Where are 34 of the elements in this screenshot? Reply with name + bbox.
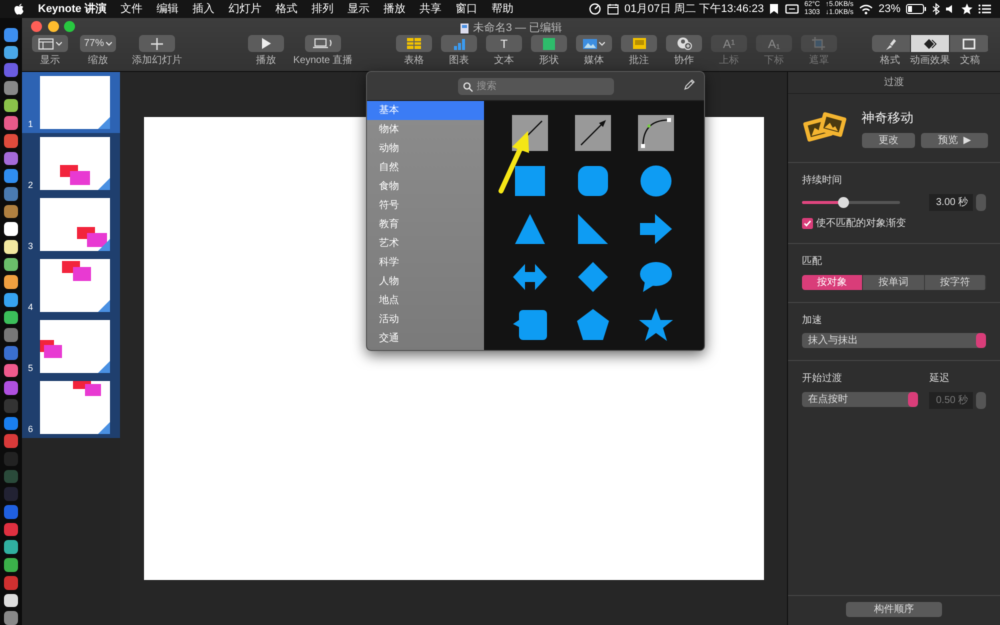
- panel-title: 过渡: [884, 76, 904, 90]
- transition-name: 神奇移动: [862, 109, 914, 127]
- slide-number: 2: [28, 181, 34, 190]
- section-label: 加速: [802, 314, 823, 328]
- toolbar-label: Keynote 直播: [293, 55, 353, 66]
- section-label: 持续时间: [802, 174, 843, 188]
- toolbar-label: 播放: [256, 55, 276, 66]
- slide-number: 6: [28, 425, 34, 434]
- toolbar-label: 缩放: [88, 55, 108, 66]
- battery-percent: 23%: [878, 2, 900, 17]
- section-label: 开始过渡: [802, 372, 843, 386]
- section-label: 匹配: [802, 255, 823, 269]
- inspector-tab-label: 文稿: [959, 55, 981, 66]
- toolbar-label: 表格: [404, 55, 424, 66]
- toolbar-label: 协作: [674, 55, 694, 66]
- slide-number: 3: [28, 242, 34, 251]
- inspector-tab-label: 动画效果: [910, 55, 950, 66]
- toolbar-label: 下标: [764, 55, 784, 66]
- toolbar-label: 显示: [40, 55, 60, 66]
- slide-number: 4: [28, 303, 34, 312]
- toolbar-label: 媒体: [584, 55, 604, 66]
- inspector-tab-label: 格式: [879, 55, 901, 66]
- toolbar-label: 文本: [494, 55, 514, 66]
- window-title: 未命名3 — 已编辑: [472, 21, 562, 36]
- toolbar-label: 添加幻灯片: [132, 55, 182, 66]
- slide-number: 5: [28, 364, 34, 373]
- toolbar-label: 批注: [629, 55, 649, 66]
- toolbar-label: 遮罩: [809, 55, 829, 66]
- toolbar-label: 形状: [539, 55, 559, 66]
- slide-number: 1: [28, 120, 34, 129]
- checkbox-label: 使不匹配的对象渐变: [816, 216, 906, 231]
- toolbar-label: 上标: [719, 55, 739, 66]
- section-label: 延迟: [929, 372, 950, 386]
- toolbar-label: 图表: [449, 55, 469, 66]
